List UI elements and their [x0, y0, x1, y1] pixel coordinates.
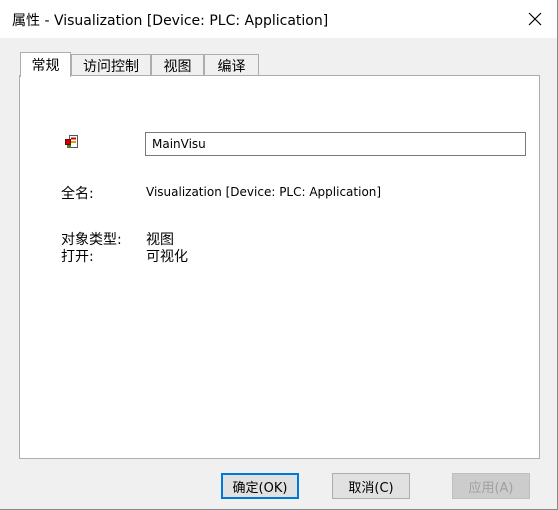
open-label: 打开:	[61, 249, 94, 265]
object-name-input[interactable]	[145, 132, 526, 156]
tab-compile[interactable]: 编译	[204, 54, 259, 76]
tab-view[interactable]: 视图	[151, 54, 204, 76]
apply-button-label: 应用(A)	[468, 480, 514, 496]
apply-button[interactable]: 应用(A)	[452, 473, 530, 499]
close-button[interactable]	[513, 0, 557, 38]
tab-view-label: 视图	[163, 58, 192, 75]
close-icon	[528, 12, 542, 26]
tab-access-control[interactable]: 访问控制	[71, 54, 151, 76]
tab-access-control-label: 访问控制	[83, 58, 139, 75]
tab-general-label: 常规	[31, 58, 60, 74]
cancel-button-label: 取消(C)	[348, 480, 394, 496]
full-name-value: Visualization [Device: PLC: Application]	[146, 185, 382, 199]
visualization-object-icon	[65, 135, 78, 148]
cancel-button[interactable]: 取消(C)	[332, 473, 410, 499]
window-title: 属性 - Visualization [Device: PLC: Applica…	[12, 13, 329, 29]
ok-button-label: 确定(OK)	[232, 480, 288, 496]
ok-button[interactable]: 确定(OK)	[221, 473, 299, 499]
open-value: 可视化	[146, 249, 188, 265]
tab-compile-label: 编译	[217, 58, 246, 75]
full-name-label: 全名:	[61, 186, 94, 202]
title-bar[interactable]: 属性 - Visualization [Device: PLC: Applica…	[0, 0, 557, 38]
properties-dialog: 属性 - Visualization [Device: PLC: Applica…	[0, 0, 558, 510]
tab-general[interactable]: 常规	[20, 52, 71, 77]
